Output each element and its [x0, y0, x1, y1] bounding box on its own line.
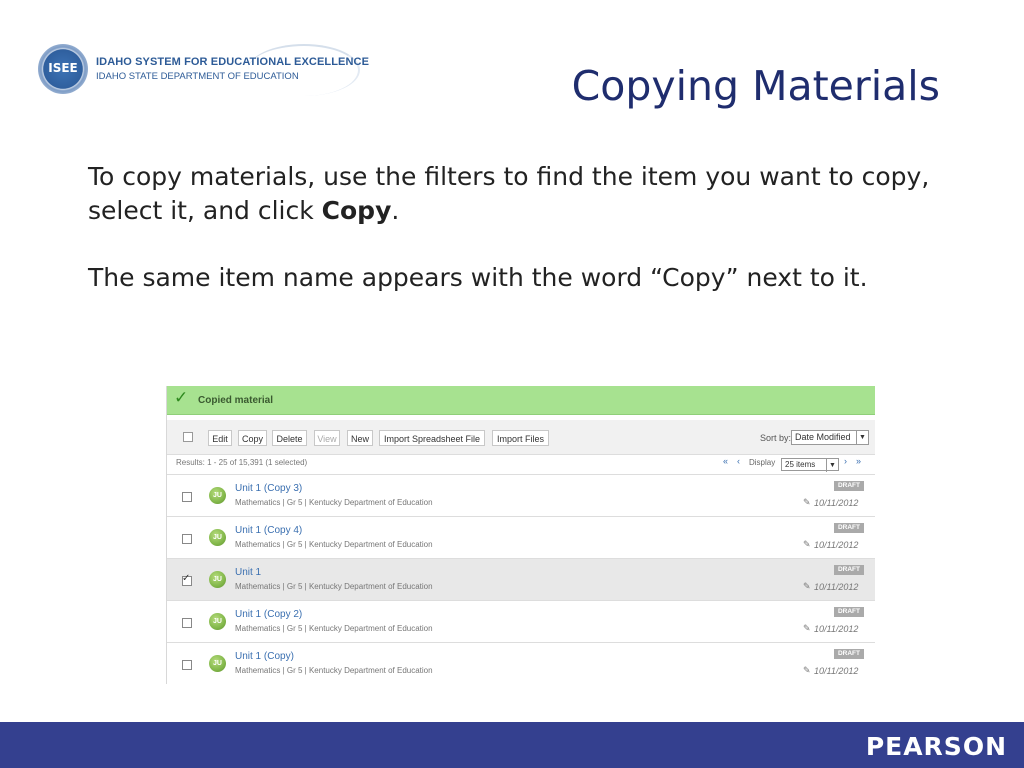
- item-title-link[interactable]: Unit 1 (Copy 4): [235, 525, 302, 536]
- instruction-text: To copy materials, use the filters to fi…: [88, 162, 930, 225]
- item-meta: Mathematics | Gr 5 | Kentucky Department…: [235, 624, 433, 633]
- status-badge: DRAFT: [833, 565, 864, 575]
- notice-text: Copied material: [198, 395, 274, 406]
- materials-screenshot: ✓ Copied material Edit Copy Delete View …: [166, 386, 875, 684]
- material-row[interactable]: JU Unit 1 (Copy 2) Mathematics | Gr 5 | …: [167, 601, 875, 643]
- instruction-paragraph: To copy materials, use the filters to fi…: [88, 160, 948, 228]
- success-notice: ✓ Copied material: [167, 386, 875, 415]
- item-date: 10/11/2012: [814, 666, 859, 676]
- material-row[interactable]: JU Unit 1 (Copy) Mathematics | Gr 5 | Ke…: [167, 643, 875, 684]
- logo-org-name: IDAHO SYSTEM FOR EDUCATIONAL EXCELLENCE: [96, 56, 370, 68]
- row-checkbox[interactable]: [182, 660, 192, 670]
- display-label: Display: [749, 458, 776, 467]
- per-page-value: 25 items: [785, 460, 816, 469]
- unit-icon: JU: [209, 529, 226, 546]
- checkmark-icon: ✓: [174, 388, 189, 407]
- import-spreadsheet-button[interactable]: Import Spreadsheet File: [379, 430, 485, 446]
- delete-button[interactable]: Delete: [272, 430, 307, 446]
- pencil-icon: ✎: [803, 665, 811, 675]
- pencil-icon: ✎: [803, 497, 811, 507]
- item-title-link[interactable]: Unit 1: [235, 567, 261, 578]
- logo-department: IDAHO STATE DEPARTMENT OF EDUCATION: [96, 71, 299, 82]
- row-checkbox[interactable]: [182, 492, 192, 502]
- item-meta: Mathematics | Gr 5 | Kentucky Department…: [235, 540, 433, 549]
- material-row-selected[interactable]: JU Unit 1 Mathematics | Gr 5 | Kentucky …: [167, 559, 875, 601]
- row-checkbox[interactable]: [182, 534, 192, 544]
- item-title-link[interactable]: Unit 1 (Copy 2): [235, 609, 302, 620]
- item-date: 10/11/2012: [814, 498, 859, 508]
- item-date: 10/11/2012: [814, 540, 859, 550]
- instruction-end: .: [391, 196, 400, 225]
- item-title-link[interactable]: Unit 1 (Copy): [235, 651, 294, 662]
- last-page-icon[interactable]: »: [856, 456, 861, 466]
- item-meta: Mathematics | Gr 5 | Kentucky Department…: [235, 498, 433, 507]
- toolbar: Edit Copy Delete View New Import Spreads…: [167, 420, 875, 455]
- select-all-checkbox[interactable]: [183, 432, 193, 442]
- pencil-icon: ✎: [803, 581, 811, 591]
- first-page-icon[interactable]: «: [723, 456, 728, 466]
- sort-label: Sort by:: [760, 433, 792, 443]
- import-files-button[interactable]: Import Files: [492, 430, 549, 446]
- copy-button[interactable]: Copy: [238, 430, 267, 446]
- previous-page-icon[interactable]: ‹: [737, 456, 740, 466]
- dropdown-arrow-icon: ▼: [856, 431, 868, 444]
- material-row[interactable]: JU Unit 1 (Copy 3) Mathematics | Gr 5 | …: [167, 475, 875, 517]
- pencil-icon: ✎: [803, 623, 811, 633]
- status-badge: DRAFT: [833, 481, 864, 491]
- edit-button[interactable]: Edit: [208, 430, 232, 446]
- footer-bar: PEARSON: [0, 722, 1024, 768]
- row-checkbox[interactable]: [182, 618, 192, 628]
- status-badge: DRAFT: [833, 649, 864, 659]
- row-checkbox-checked[interactable]: [182, 573, 192, 586]
- new-button[interactable]: New: [347, 430, 373, 446]
- logo-swoosh: [248, 44, 360, 96]
- item-date: 10/11/2012: [814, 582, 859, 592]
- material-row[interactable]: JU Unit 1 (Copy 4) Mathematics | Gr 5 | …: [167, 517, 875, 559]
- seal-text: ISEE: [48, 61, 78, 75]
- next-page-icon[interactable]: ›: [844, 456, 847, 466]
- sort-value: Date Modified: [795, 432, 851, 442]
- item-meta: Mathematics | Gr 5 | Kentucky Department…: [235, 666, 433, 675]
- per-page-select[interactable]: 25 items ▼: [781, 458, 839, 472]
- result-paragraph: The same item name appears with the word…: [88, 263, 868, 292]
- unit-icon: JU: [209, 571, 226, 588]
- item-date: 10/11/2012: [814, 624, 859, 634]
- copy-keyword: Copy: [321, 196, 392, 225]
- view-button[interactable]: View: [314, 430, 340, 446]
- isee-logo: ISEE IDAHO SYSTEM FOR EDUCATIONAL EXCELL…: [38, 44, 369, 100]
- slide-title: Copying Materials: [571, 62, 940, 110]
- item-meta: Mathematics | Gr 5 | Kentucky Department…: [235, 582, 433, 591]
- status-badge: DRAFT: [833, 607, 864, 617]
- dropdown-arrow-icon: ▼: [826, 459, 838, 472]
- pencil-icon: ✎: [803, 539, 811, 549]
- pearson-logo: PEARSON: [865, 732, 1007, 761]
- unit-icon: JU: [209, 487, 226, 504]
- pager-bar: Results: 1 - 25 of 15,391 (1 selected) «…: [167, 455, 875, 475]
- status-badge: DRAFT: [833, 523, 864, 533]
- unit-icon: JU: [209, 613, 226, 630]
- sort-select[interactable]: Date Modified ▼: [791, 430, 869, 445]
- item-title-link[interactable]: Unit 1 (Copy 3): [235, 483, 302, 494]
- results-count: Results: 1 - 25 of 15,391 (1 selected): [176, 458, 308, 467]
- unit-icon: JU: [209, 655, 226, 672]
